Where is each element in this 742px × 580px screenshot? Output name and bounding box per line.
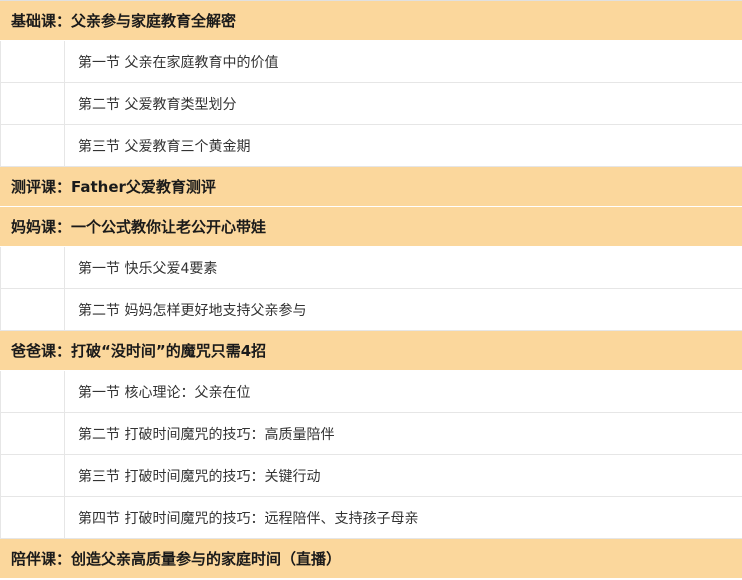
lesson-title: 第二节 父爱教育类型划分 <box>78 96 237 113</box>
lesson-title: 第三节 打破时间魔咒的技巧：关键行动 <box>78 468 321 485</box>
lesson-row[interactable]: 第三节 父爱教育三个黄金期 <box>0 125 742 167</box>
lesson-row[interactable]: 第四节 打破时间魔咒的技巧：远程陪伴、支持孩子母亲 <box>0 497 742 539</box>
lesson-index-cell <box>0 125 65 166</box>
section-title: 爸爸课：打破“没时间”的魔咒只需4招 <box>11 342 267 360</box>
lesson-title: 第一节 核心理论：父亲在位 <box>78 384 251 401</box>
lesson-row[interactable]: 第一节 核心理论：父亲在位 <box>0 371 742 413</box>
lesson-index-cell <box>0 83 65 124</box>
lesson-title: 第一节 父亲在家庭教育中的价值 <box>78 54 279 71</box>
lesson-row[interactable]: 第二节 妈妈怎样更好地支持父亲参与 <box>0 289 742 331</box>
lesson-row[interactable]: 第二节 打破时间魔咒的技巧：高质量陪伴 <box>0 413 742 455</box>
section-title: 妈妈课：一个公式教你让老公开心带娃 <box>11 218 267 236</box>
section-header-basic[interactable]: 基础课：父亲参与家庭教育全解密 <box>0 1 742 41</box>
lesson-row[interactable]: 第一节 父亲在家庭教育中的价值 <box>0 41 742 83</box>
course-outline-table: 基础课：父亲参与家庭教育全解密 第一节 父亲在家庭教育中的价值 第二节 父爱教育… <box>0 0 742 579</box>
lesson-index-cell <box>0 497 65 538</box>
section-header-mom[interactable]: 妈妈课：一个公式教你让老公开心带娃 <box>0 207 742 247</box>
lesson-row[interactable]: 第三节 打破时间魔咒的技巧：关键行动 <box>0 455 742 497</box>
section-header-dad[interactable]: 爸爸课：打破“没时间”的魔咒只需4招 <box>0 331 742 371</box>
lesson-title: 第一节 快乐父爱4要素 <box>78 260 218 277</box>
lesson-title: 第四节 打破时间魔咒的技巧：远程陪伴、支持孩子母亲 <box>78 510 419 527</box>
section-title: 基础课：父亲参与家庭教育全解密 <box>11 12 237 30</box>
lesson-index-cell <box>0 371 65 412</box>
section-header-companionship[interactable]: 陪伴课：创造父亲高质量参与的家庭时间（直播） <box>0 539 742 579</box>
lesson-index-cell <box>0 455 65 496</box>
lesson-title: 第二节 打破时间魔咒的技巧：高质量陪伴 <box>78 426 335 443</box>
section-title: 测评课：Father父爱教育测评 <box>11 178 216 196</box>
lesson-index-cell <box>0 413 65 454</box>
lesson-title: 第二节 妈妈怎样更好地支持父亲参与 <box>78 302 307 319</box>
section-header-assessment[interactable]: 测评课：Father父爱教育测评 <box>0 167 742 207</box>
lesson-index-cell <box>0 289 65 330</box>
lesson-index-cell <box>0 41 65 82</box>
section-title: 陪伴课：创造父亲高质量参与的家庭时间（直播） <box>11 550 342 568</box>
lesson-title: 第三节 父爱教育三个黄金期 <box>78 138 251 155</box>
lesson-row[interactable]: 第二节 父爱教育类型划分 <box>0 83 742 125</box>
lesson-index-cell <box>0 247 65 288</box>
lesson-row[interactable]: 第一节 快乐父爱4要素 <box>0 247 742 289</box>
